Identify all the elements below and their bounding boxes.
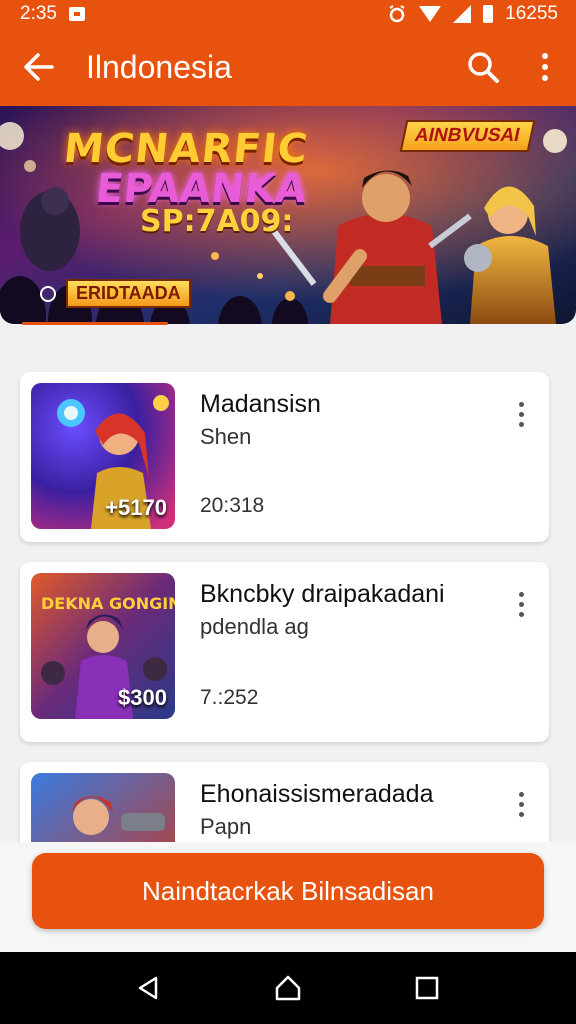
nav-recents-button[interactable] bbox=[397, 958, 457, 1018]
more-button[interactable] bbox=[514, 28, 576, 106]
nav-home-icon bbox=[275, 975, 301, 1001]
game-meta: 7.:252 bbox=[200, 686, 259, 709]
notification-icon bbox=[68, 7, 85, 21]
game-price: $300 bbox=[118, 685, 167, 710]
more-vertical-icon[interactable] bbox=[505, 786, 537, 822]
thumb-text: DEKNA GONGIN bbox=[41, 594, 175, 613]
cta-button[interactable]: Naindtacrkak Bilnsadisan bbox=[32, 853, 544, 929]
status-left: 2:35 bbox=[20, 3, 85, 25]
game-subtitle: Papn bbox=[200, 814, 252, 839]
banner-bottom-label: ERIDTAADA bbox=[66, 279, 191, 308]
back-icon bbox=[24, 53, 54, 81]
game-card[interactable]: +5170 Madansisn Shen 20:318 bbox=[20, 372, 549, 542]
status-right: 16255 bbox=[387, 3, 558, 25]
status-time: 2:35 bbox=[20, 3, 57, 24]
game-subtitle: pdendla ag bbox=[200, 614, 309, 639]
back-button[interactable] bbox=[0, 28, 78, 106]
status-bar: 2:35 16255 bbox=[0, 0, 576, 28]
game-thumbnail: DEKNA GONGIN $300 bbox=[31, 573, 175, 719]
wifi-icon bbox=[419, 6, 442, 22]
app-bar: Ilndonesia bbox=[0, 28, 576, 106]
banner-title-line3: SP:7A09: bbox=[140, 204, 294, 239]
banner-bottom-tag: ERIDTAADA bbox=[40, 279, 191, 308]
status-right-text: 16255 bbox=[505, 3, 558, 24]
game-title: Bkncbky draipakadani bbox=[200, 580, 445, 608]
banner-page-indicator bbox=[22, 322, 168, 325]
search-icon bbox=[468, 52, 499, 83]
game-thumbnail: +5170 bbox=[31, 383, 175, 529]
nav-back-button[interactable] bbox=[119, 958, 179, 1018]
game-subtitle: Shen bbox=[200, 424, 252, 449]
battery-icon bbox=[483, 5, 494, 23]
system-nav-bar bbox=[0, 952, 576, 1024]
nav-back-icon bbox=[139, 976, 158, 1000]
game-card[interactable]: DEKNA GONGIN $300 Bkncbky draipakadani p… bbox=[20, 562, 549, 742]
search-button[interactable] bbox=[452, 28, 514, 106]
game-meta: 20:318 bbox=[200, 494, 265, 517]
game-title: Ehonaissismeradada bbox=[200, 780, 434, 808]
more-vertical-icon[interactable] bbox=[505, 586, 537, 622]
banner-tag: AINBVUSAI bbox=[400, 120, 536, 152]
nav-home-button[interactable] bbox=[258, 958, 318, 1018]
location-icon bbox=[40, 285, 56, 302]
hero-banner[interactable]: MCNARFIC EPAANKA SP:7A09: AINBVUSAI ERID… bbox=[0, 106, 576, 324]
alarm-icon bbox=[389, 5, 405, 23]
more-vertical-icon bbox=[542, 53, 548, 81]
page-title: Ilndonesia bbox=[86, 48, 232, 85]
game-title: Madansisn bbox=[200, 390, 321, 418]
nav-recents-icon bbox=[415, 976, 438, 1000]
more-vertical-icon[interactable] bbox=[505, 396, 537, 432]
signal-icon bbox=[453, 5, 472, 23]
game-price: +5170 bbox=[105, 495, 167, 520]
